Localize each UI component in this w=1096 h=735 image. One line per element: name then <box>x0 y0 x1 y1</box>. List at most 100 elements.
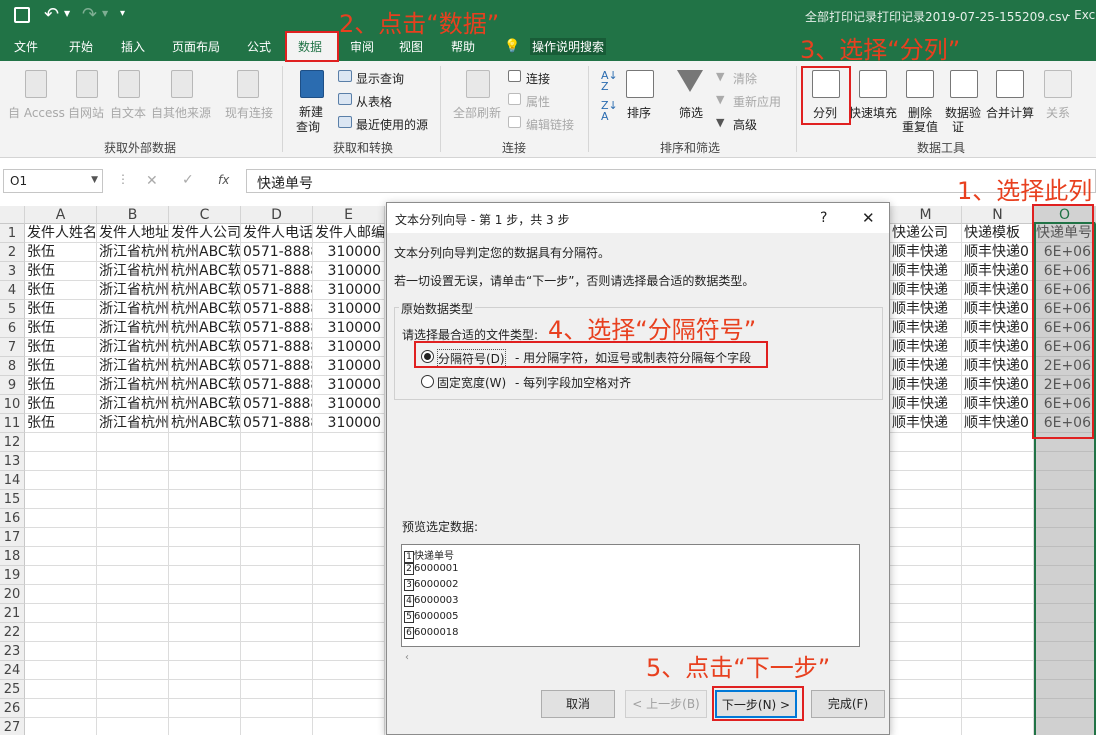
sort-az-icon[interactable]: A↓ Z <box>601 70 618 92</box>
cell-m[interactable]: 顺丰快递 <box>890 395 962 414</box>
cell-a[interactable] <box>25 699 97 718</box>
cell-a[interactable]: 张伍 <box>25 357 97 376</box>
cell-n[interactable] <box>962 509 1034 528</box>
cell-n[interactable] <box>962 623 1034 642</box>
name-box[interactable]: O1 ▼ <box>3 169 103 193</box>
cell-b[interactable]: 浙江省杭州 <box>97 395 169 414</box>
cell-c[interactable]: 杭州ABC软 <box>169 300 241 319</box>
sort-za-icon[interactable]: Z↓ A <box>601 100 618 122</box>
cell-e[interactable] <box>313 490 385 509</box>
cell-b[interactable] <box>97 452 169 471</box>
cell-n[interactable] <box>962 566 1034 585</box>
cell-d[interactable]: 0571-8888 <box>241 281 313 300</box>
cell-d[interactable]: 0571-8888 <box>241 262 313 281</box>
row-header[interactable]: 23 <box>0 642 25 661</box>
cell-c[interactable]: 杭州ABC软 <box>169 414 241 433</box>
cell-c[interactable] <box>169 699 241 718</box>
cell-b[interactable] <box>97 585 169 604</box>
cell-c[interactable]: 发件人公司 <box>169 224 241 243</box>
cell-a[interactable] <box>25 547 97 566</box>
cell-e[interactable] <box>313 718 385 735</box>
cell-n[interactable] <box>962 490 1034 509</box>
cell-m[interactable] <box>890 547 962 566</box>
cell-m[interactable] <box>890 528 962 547</box>
cell-d[interactable]: 0571-8888 <box>241 319 313 338</box>
cell-n[interactable] <box>962 604 1034 623</box>
cell-e[interactable]: 310000 <box>313 376 385 395</box>
cell-m[interactable]: 顺丰快递 <box>890 414 962 433</box>
cell-d[interactable]: 0571-8888 <box>241 376 313 395</box>
cell-a[interactable] <box>25 623 97 642</box>
cell-b[interactable] <box>97 547 169 566</box>
cell-d[interactable] <box>241 452 313 471</box>
cell-e[interactable]: 310000 <box>313 414 385 433</box>
cell-e[interactable] <box>313 661 385 680</box>
cell-m[interactable] <box>890 509 962 528</box>
row-header[interactable]: 12 <box>0 433 25 452</box>
cell-d[interactable] <box>241 718 313 735</box>
row-header[interactable]: 18 <box>0 547 25 566</box>
cell-c[interactable] <box>169 680 241 699</box>
cell-b[interactable]: 浙江省杭州 <box>97 376 169 395</box>
undo-icon[interactable]: ↶ <box>44 4 59 25</box>
column-header-n[interactable]: N <box>962 206 1034 224</box>
cell-b[interactable]: 浙江省杭州 <box>97 243 169 262</box>
cell-m[interactable]: 顺丰快递 <box>890 357 962 376</box>
cell-d[interactable] <box>241 604 313 623</box>
insert-function-icon[interactable]: fx <box>218 173 229 187</box>
cell-m[interactable]: 快递公司 <box>890 224 962 243</box>
cell-d[interactable] <box>241 699 313 718</box>
row-header[interactable]: 16 <box>0 509 25 528</box>
cell-b[interactable] <box>97 604 169 623</box>
cell-e[interactable] <box>313 452 385 471</box>
help-button[interactable]: ? <box>820 210 827 226</box>
cell-n[interactable]: 顺丰快递0 <box>962 414 1034 433</box>
cell-c[interactable]: 杭州ABC软 <box>169 243 241 262</box>
row-header[interactable]: 11 <box>0 414 25 433</box>
cell-e[interactable] <box>313 680 385 699</box>
select-all-corner[interactable] <box>0 206 25 224</box>
cell-d[interactable] <box>241 585 313 604</box>
cell-e[interactable] <box>313 547 385 566</box>
cell-n[interactable] <box>962 718 1034 735</box>
cell-m[interactable] <box>890 471 962 490</box>
cell-c[interactable] <box>169 661 241 680</box>
cell-d[interactable] <box>241 490 313 509</box>
cell-e[interactable] <box>313 566 385 585</box>
cell-m[interactable]: 顺丰快递 <box>890 338 962 357</box>
tab-insert[interactable]: 插入 <box>121 38 145 55</box>
cell-a[interactable]: 张伍 <box>25 414 97 433</box>
row-header[interactable]: 9 <box>0 376 25 395</box>
cell-a[interactable] <box>25 452 97 471</box>
cell-m[interactable]: 顺丰快递 <box>890 243 962 262</box>
cell-d[interactable] <box>241 680 313 699</box>
tab-file[interactable]: 文件 <box>14 38 38 55</box>
cell-c[interactable] <box>169 509 241 528</box>
cell-m[interactable] <box>890 585 962 604</box>
cell-c[interactable] <box>169 623 241 642</box>
cell-n[interactable]: 顺丰快递0 <box>962 243 1034 262</box>
cell-d[interactable] <box>241 528 313 547</box>
sort-button[interactable]: 排序 <box>627 104 651 121</box>
row-header[interactable]: 3 <box>0 262 25 281</box>
cell-b[interactable] <box>97 680 169 699</box>
save-icon[interactable] <box>14 7 30 23</box>
cell-b[interactable] <box>97 642 169 661</box>
cell-n[interactable] <box>962 642 1034 661</box>
cell-a[interactable]: 张伍 <box>25 338 97 357</box>
cell-m[interactable] <box>890 604 962 623</box>
row-header[interactable]: 2 <box>0 243 25 262</box>
cell-e[interactable] <box>313 471 385 490</box>
filter-button[interactable]: 筛选 <box>679 104 703 121</box>
column-header-e[interactable]: E <box>313 206 385 224</box>
cell-m[interactable] <box>890 623 962 642</box>
row-header[interactable]: 19 <box>0 566 25 585</box>
cell-a[interactable]: 张伍 <box>25 262 97 281</box>
cell-c[interactable] <box>169 452 241 471</box>
cell-e[interactable]: 310000 <box>313 338 385 357</box>
cell-c[interactable] <box>169 718 241 735</box>
cell-b[interactable] <box>97 661 169 680</box>
cell-e[interactable]: 310000 <box>313 281 385 300</box>
row-header[interactable]: 8 <box>0 357 25 376</box>
cell-m[interactable] <box>890 566 962 585</box>
